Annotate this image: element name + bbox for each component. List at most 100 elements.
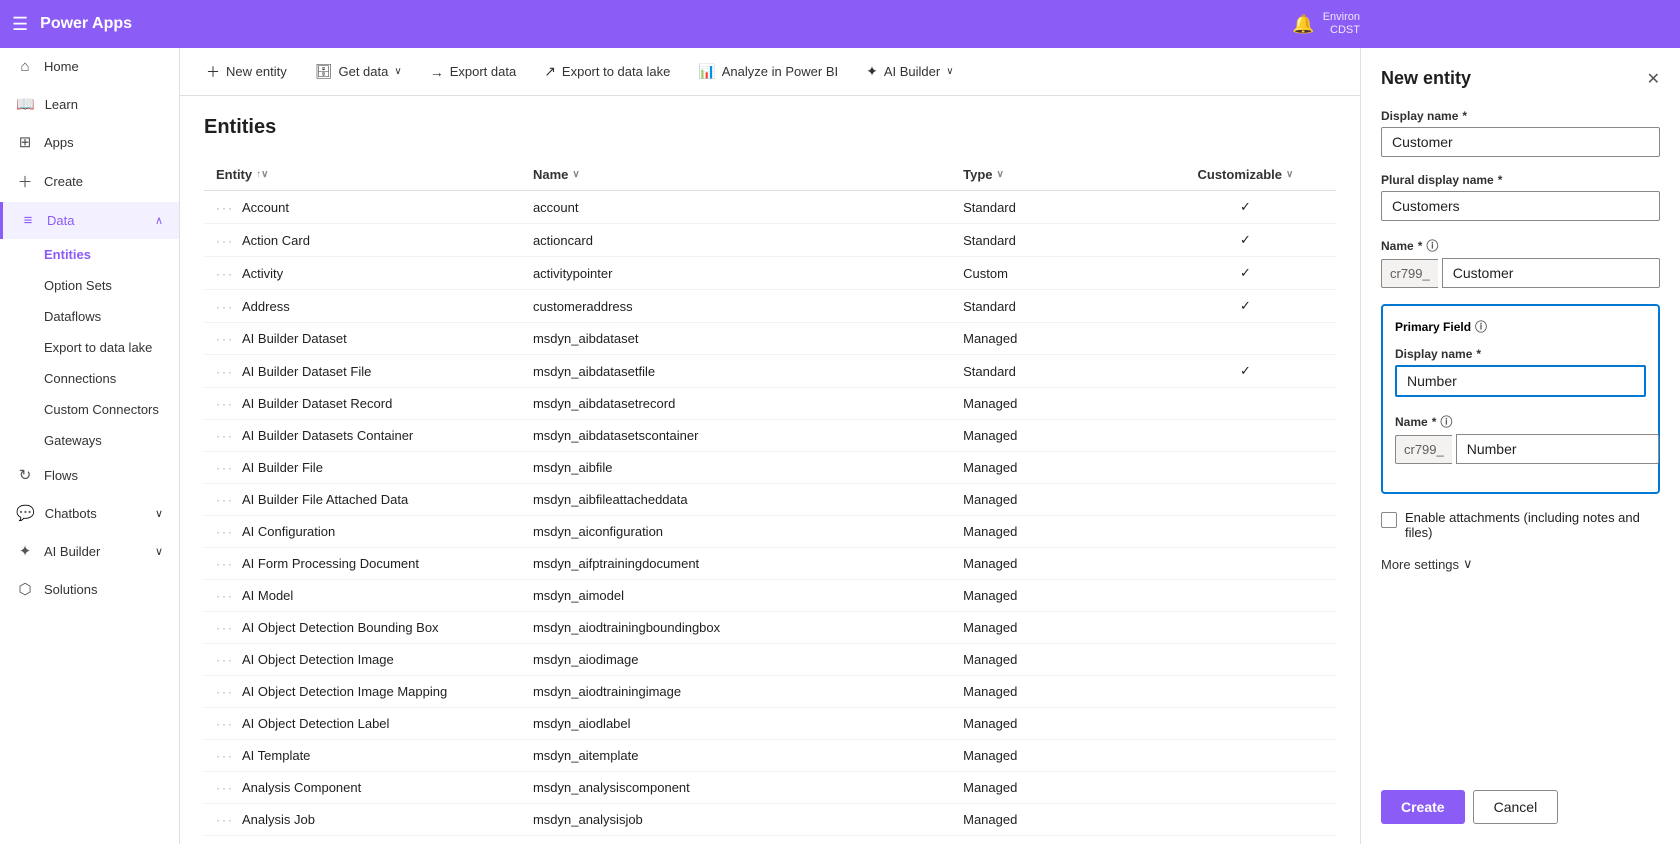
sidebar-item-ai-builder[interactable]: ✦ AI Builder ∨ <box>0 532 179 570</box>
table-row[interactable]: ···AI Builder Dataset Filemsdyn_aibdatas… <box>204 355 1336 388</box>
row-dots[interactable]: ··· <box>216 781 234 795</box>
table-row[interactable]: ···AI Templatemsdyn_aitemplateManaged <box>204 740 1336 772</box>
row-dots[interactable]: ··· <box>216 685 234 699</box>
panel-header: New entity ✕ <box>1381 68 1660 89</box>
row-dots[interactable]: ··· <box>216 557 234 571</box>
sidebar-item-chatbots[interactable]: 💬 Chatbots ∨ <box>0 494 179 532</box>
cell-name: msdyn_analysisresult <box>521 836 951 844</box>
row-dots[interactable]: ··· <box>216 461 234 475</box>
ai-builder-toolbar-icon: ✦ <box>866 63 878 80</box>
table-row[interactable]: ···Analysis Componentmsdyn_analysiscompo… <box>204 772 1336 804</box>
table-row[interactable]: ···AI Builder Dataset Recordmsdyn_aibdat… <box>204 388 1336 420</box>
sidebar-item-create[interactable]: ＋ Create <box>0 161 179 202</box>
row-dots[interactable]: ··· <box>216 749 234 763</box>
sidebar-item-flows[interactable]: ↻ Flows <box>0 456 179 494</box>
plural-display-name-label: Plural display name * <box>1381 173 1660 187</box>
sidebar-item-export-lake[interactable]: Export to data lake <box>0 332 179 363</box>
table-row[interactable]: ···Analysis Resultmsdyn_analysisresultMa… <box>204 836 1336 844</box>
row-dots[interactable]: ··· <box>216 717 234 731</box>
table-row[interactable]: ···Action CardactioncardStandard✓ <box>204 224 1336 257</box>
table-row[interactable]: ···AI Builder Datasets Containermsdyn_ai… <box>204 420 1336 452</box>
sidebar-item-option-sets[interactable]: Option Sets <box>0 270 179 301</box>
get-data-button[interactable]: 🗄 Get data ∨ <box>305 57 412 86</box>
table-row[interactable]: ···AI Object Detection Imagemsdyn_aiodim… <box>204 644 1336 676</box>
col-header-entity[interactable]: Entity ↑∨ <box>204 159 521 191</box>
cell-customizable: ✓ <box>1155 224 1336 257</box>
table-row[interactable]: ···AI Modelmsdyn_aimodelManaged <box>204 580 1336 612</box>
row-dots[interactable]: ··· <box>216 429 234 443</box>
row-dots[interactable]: ··· <box>216 653 234 667</box>
table-row[interactable]: ···AI Builder File Attached Datamsdyn_ai… <box>204 484 1336 516</box>
enable-attachments-checkbox[interactable] <box>1381 512 1397 528</box>
table-row[interactable]: ···ActivityactivitypointerCustom✓ <box>204 257 1336 290</box>
row-dots[interactable]: ··· <box>216 365 234 379</box>
cell-type: Managed <box>951 772 1155 804</box>
row-dots[interactable]: ··· <box>216 525 234 539</box>
sidebar-item-entities[interactable]: Entities <box>0 239 179 270</box>
primary-name-input[interactable] <box>1456 434 1659 464</box>
sidebar-item-solutions[interactable]: ⬡ Solutions <box>0 570 179 608</box>
sidebar-item-connections[interactable]: Connections <box>0 363 179 394</box>
table-row[interactable]: ···AI Object Detection Bounding Boxmsdyn… <box>204 612 1336 644</box>
sidebar-item-custom-connectors[interactable]: Custom Connectors <box>0 394 179 425</box>
row-dots[interactable]: ··· <box>216 332 234 346</box>
primary-field-info-icon[interactable]: ⓘ <box>1475 318 1487 335</box>
panel-close-button[interactable]: ✕ <box>1647 69 1660 89</box>
plural-display-name-input[interactable] <box>1381 191 1660 221</box>
sidebar-item-home[interactable]: ⌂ Home <box>0 48 179 85</box>
toolbar: ＋ New entity 🗄 Get data ∨ → Export data … <box>180 48 1360 96</box>
col-header-name[interactable]: Name ∨ <box>521 159 951 191</box>
table-row[interactable]: ···AI Object Detection Image Mappingmsdy… <box>204 676 1336 708</box>
row-dots[interactable]: ··· <box>216 267 234 281</box>
cancel-button[interactable]: Cancel <box>1473 790 1559 824</box>
cell-name: msdyn_aibdataset <box>521 323 951 355</box>
cell-entity: ···Analysis Component <box>204 772 521 804</box>
create-button[interactable]: Create <box>1381 790 1465 824</box>
sidebar-item-dataflows[interactable]: Dataflows <box>0 301 179 332</box>
sidebar-label-flows: Flows <box>44 468 78 483</box>
hamburger-icon[interactable]: ☰ <box>12 14 28 35</box>
row-dots[interactable]: ··· <box>216 621 234 635</box>
row-dots[interactable]: ··· <box>216 201 234 215</box>
cell-type: Managed <box>951 804 1155 836</box>
row-dots[interactable]: ··· <box>216 300 234 314</box>
table-row[interactable]: ···AddresscustomeraddressStandard✓ <box>204 290 1336 323</box>
notification-icon[interactable]: 🔔 <box>1292 14 1314 35</box>
row-dots[interactable]: ··· <box>216 813 234 827</box>
right-panel: New entity ✕ Display name * Plural displ… <box>1360 48 1680 844</box>
export-data-button[interactable]: → Export data <box>420 58 527 86</box>
name-info-icon[interactable]: ⓘ <box>1426 237 1438 254</box>
enable-attachments-label: Enable attachments (including notes and … <box>1405 510 1660 540</box>
ai-builder-button[interactable]: ✦ AI Builder ∨ <box>856 57 963 86</box>
cell-entity: ···AI Builder Dataset <box>204 323 521 355</box>
row-dots[interactable]: ··· <box>216 397 234 411</box>
row-dots[interactable]: ··· <box>216 589 234 603</box>
sidebar-item-learn[interactable]: 📖 Learn <box>0 85 179 123</box>
sidebar-item-gateways[interactable]: Gateways <box>0 425 179 456</box>
row-dots[interactable]: ··· <box>216 493 234 507</box>
row-dots[interactable]: ··· <box>216 234 234 248</box>
primary-display-name-input[interactable] <box>1395 365 1646 397</box>
new-entity-button[interactable]: ＋ New entity <box>196 56 297 88</box>
sidebar-item-data[interactable]: ≡ Data ∧ <box>0 202 179 239</box>
table-row[interactable]: ···AccountaccountStandard✓ <box>204 191 1336 224</box>
sidebar-item-apps[interactable]: ⊞ Apps <box>0 123 179 161</box>
primary-field-title: Primary Field ⓘ <box>1395 318 1646 335</box>
flows-icon: ↻ <box>16 466 34 484</box>
name-input[interactable] <box>1442 258 1660 288</box>
col-header-customizable[interactable]: Customizable ∨ <box>1155 159 1336 191</box>
cell-name: msdyn_aibfileattacheddata <box>521 484 951 516</box>
table-row[interactable]: ···AI Builder Filemsdyn_aibfileManaged <box>204 452 1336 484</box>
col-header-type[interactable]: Type ∨ <box>951 159 1155 191</box>
table-row[interactable]: ···Analysis Jobmsdyn_analysisjobManaged <box>204 804 1336 836</box>
table-row[interactable]: ···AI Builder Datasetmsdyn_aibdatasetMan… <box>204 323 1336 355</box>
analyze-power-bi-button[interactable]: 📊 Analyze in Power BI <box>688 57 848 86</box>
table-row[interactable]: ···AI Object Detection Labelmsdyn_aiodla… <box>204 708 1336 740</box>
cell-type: Managed <box>951 548 1155 580</box>
table-row[interactable]: ···AI Configurationmsdyn_aiconfiguration… <box>204 516 1336 548</box>
more-settings[interactable]: More settings ∨ <box>1381 556 1660 572</box>
table-row[interactable]: ···AI Form Processing Documentmsdyn_aifp… <box>204 548 1336 580</box>
display-name-input[interactable] <box>1381 127 1660 157</box>
primary-name-info-icon[interactable]: ⓘ <box>1440 413 1452 430</box>
export-data-lake-button[interactable]: ↗ Export to data lake <box>534 57 680 86</box>
